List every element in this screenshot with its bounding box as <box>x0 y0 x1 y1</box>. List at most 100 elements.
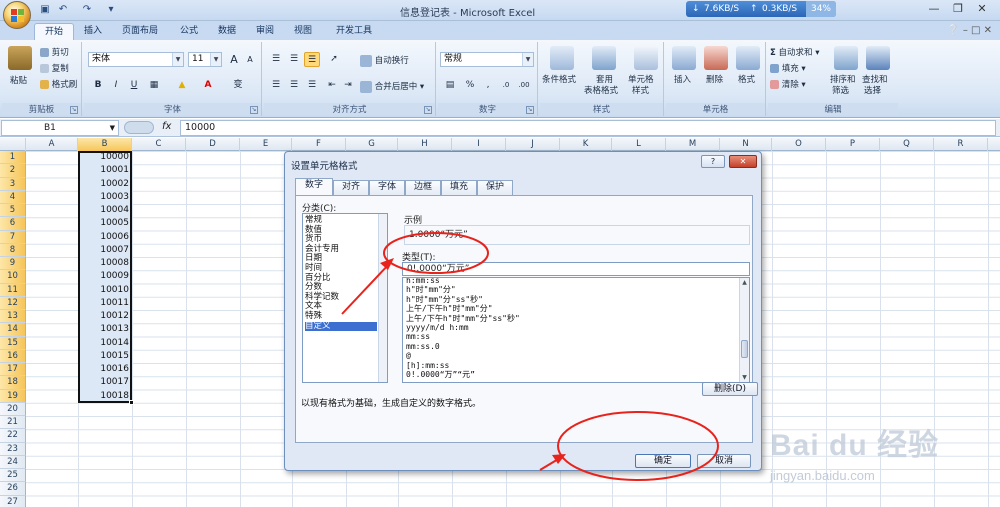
number-launcher-icon[interactable]: ↘ <box>526 106 534 114</box>
office-button[interactable] <box>3 1 31 29</box>
cell-styles-icon[interactable] <box>634 46 658 70</box>
row-header-20[interactable]: 20 <box>0 402 26 416</box>
sort-filter-icon[interactable] <box>834 46 858 70</box>
cell-b18[interactable]: 10017 <box>79 377 129 387</box>
font-color-icon[interactable]: A <box>200 78 216 93</box>
italic-button[interactable]: I <box>108 78 124 93</box>
number-format-combo[interactable]: 常规 ▼ <box>440 52 534 67</box>
qat-customize-icon[interactable]: ▾ <box>104 3 118 17</box>
insert-cells-icon[interactable] <box>672 46 696 70</box>
row-header-2[interactable]: 2 <box>0 164 26 178</box>
save-icon[interactable]: ▣ <box>38 3 52 17</box>
minimize-button[interactable]: — <box>922 1 946 17</box>
tab-alignment[interactable]: 对齐 <box>333 180 369 195</box>
column-header-b[interactable]: B <box>78 138 132 151</box>
clipboard-launcher-icon[interactable]: ↘ <box>70 106 78 114</box>
tab-font[interactable]: 字体 <box>369 180 405 195</box>
formula-collapse-icon[interactable] <box>124 121 154 134</box>
decrease-decimal-icon[interactable]: .00 <box>516 78 532 93</box>
row-header-12[interactable]: 12 <box>0 296 26 310</box>
bold-button[interactable]: B <box>90 78 106 93</box>
row-header-3[interactable]: 3 <box>0 177 26 191</box>
format-painter-button[interactable]: 格式刷 <box>40 78 77 90</box>
tab-developer[interactable]: 开发工具 <box>326 23 382 40</box>
autosum-button[interactable]: Σ 自动求和 ▾ <box>770 46 820 58</box>
insert-cells-button[interactable]: 插入 <box>674 73 691 85</box>
row-header-23[interactable]: 23 <box>0 442 26 456</box>
fill-handle[interactable] <box>129 400 134 405</box>
scroll-down-icon[interactable]: ▼ <box>740 373 749 382</box>
tab-data[interactable]: 数据 <box>208 23 246 40</box>
cell-b19[interactable]: 10018 <box>79 391 129 401</box>
cell-b2[interactable]: 10001 <box>79 165 129 175</box>
row-header-24[interactable]: 24 <box>0 455 26 469</box>
cell-b14[interactable]: 10013 <box>79 324 129 334</box>
column-header-j[interactable]: J <box>506 138 560 151</box>
select-all-corner[interactable] <box>0 138 26 151</box>
format-code-item[interactable]: mm:ss.0 <box>406 342 440 353</box>
row-header-6[interactable]: 6 <box>0 217 26 231</box>
column-header-i[interactable]: I <box>452 138 506 151</box>
row-header-27[interactable]: 27 <box>0 495 26 507</box>
binoculars-icon[interactable] <box>866 46 890 70</box>
table-format-line2[interactable]: 表格格式 <box>584 84 618 96</box>
format-code-item[interactable]: 0!.0000“万”“元” <box>406 370 475 381</box>
shrink-font-button[interactable]: A <box>242 52 258 67</box>
column-header-c[interactable]: C <box>132 138 186 151</box>
copy-button[interactable]: 复制 <box>40 62 69 74</box>
alignment-launcher-icon[interactable]: ↘ <box>424 106 432 114</box>
row-header-13[interactable]: 13 <box>0 310 26 324</box>
scroll-up-icon[interactable]: ▲ <box>740 278 749 287</box>
percent-button[interactable]: % <box>462 78 478 93</box>
dialog-help-button[interactable]: ? <box>701 155 725 168</box>
cell-b9[interactable]: 10008 <box>79 258 129 268</box>
column-header-e[interactable]: E <box>240 138 292 151</box>
column-header-h[interactable]: H <box>398 138 452 151</box>
type-input[interactable]: 0!.0000“万元” <box>402 262 750 276</box>
column-header-g[interactable]: G <box>346 138 398 151</box>
table-format-icon[interactable] <box>592 46 616 70</box>
row-header-15[interactable]: 15 <box>0 336 26 350</box>
delete-cells-button[interactable]: 删除 <box>706 73 723 85</box>
fill-button[interactable]: 填充 ▾ <box>770 62 806 74</box>
column-header-q[interactable]: Q <box>880 138 934 151</box>
ok-button[interactable]: 确定 <box>635 454 691 468</box>
align-middle-icon[interactable]: ☰ <box>286 52 302 67</box>
category-list[interactable]: 常规 数值 货币 会计专用 日期 时间 百分比 分数 科学记数 文本 特殊 自定义 <box>302 213 388 383</box>
column-header-r[interactable]: R <box>934 138 988 151</box>
paste-icon[interactable] <box>8 46 32 70</box>
cell-b16[interactable]: 10015 <box>79 351 129 361</box>
column-header-a[interactable]: A <box>26 138 78 151</box>
cell-b8[interactable]: 10007 <box>79 245 129 255</box>
align-center-icon[interactable]: ☰ <box>286 78 302 93</box>
sort-filter-line2[interactable]: 筛选 <box>832 84 849 96</box>
column-header-n[interactable]: N <box>720 138 772 151</box>
undo-icon[interactable]: ↶ <box>56 3 70 17</box>
merge-center-button[interactable]: 合并后居中 ▾ <box>360 80 424 93</box>
cell-b15[interactable]: 10014 <box>79 338 129 348</box>
column-header-l[interactable]: L <box>612 138 666 151</box>
align-right-icon[interactable]: ☰ <box>304 78 320 93</box>
row-header-4[interactable]: 4 <box>0 190 26 204</box>
tab-home[interactable]: 开始 <box>34 23 75 40</box>
row-header-17[interactable]: 17 <box>0 363 26 377</box>
delete-cells-icon[interactable] <box>704 46 728 70</box>
cell-b3[interactable]: 10002 <box>79 179 129 189</box>
fill-color-icon[interactable]: ▲ <box>174 78 190 93</box>
row-header-10[interactable]: 10 <box>0 270 26 284</box>
column-header-p[interactable]: P <box>826 138 880 151</box>
cell-b17[interactable]: 10016 <box>79 364 129 374</box>
row-header-22[interactable]: 22 <box>0 429 26 443</box>
font-size-combo[interactable]: 11 ▼ <box>188 52 222 67</box>
phonetic-button[interactable]: 变 <box>230 78 246 93</box>
row-header-11[interactable]: 11 <box>0 283 26 297</box>
row-header-21[interactable]: 21 <box>0 416 26 430</box>
restore-button[interactable]: ❐ <box>946 1 970 17</box>
redo-icon[interactable]: ↷ <box>80 3 94 17</box>
delete-format-button[interactable]: 删除(D) <box>702 382 758 396</box>
cell-b11[interactable]: 10010 <box>79 285 129 295</box>
conditional-format-button[interactable]: 条件格式 <box>542 73 576 85</box>
row-header-19[interactable]: 19 <box>0 389 26 403</box>
font-name-combo[interactable]: 宋体 ▼ <box>88 52 184 67</box>
row-header-7[interactable]: 7 <box>0 230 26 244</box>
